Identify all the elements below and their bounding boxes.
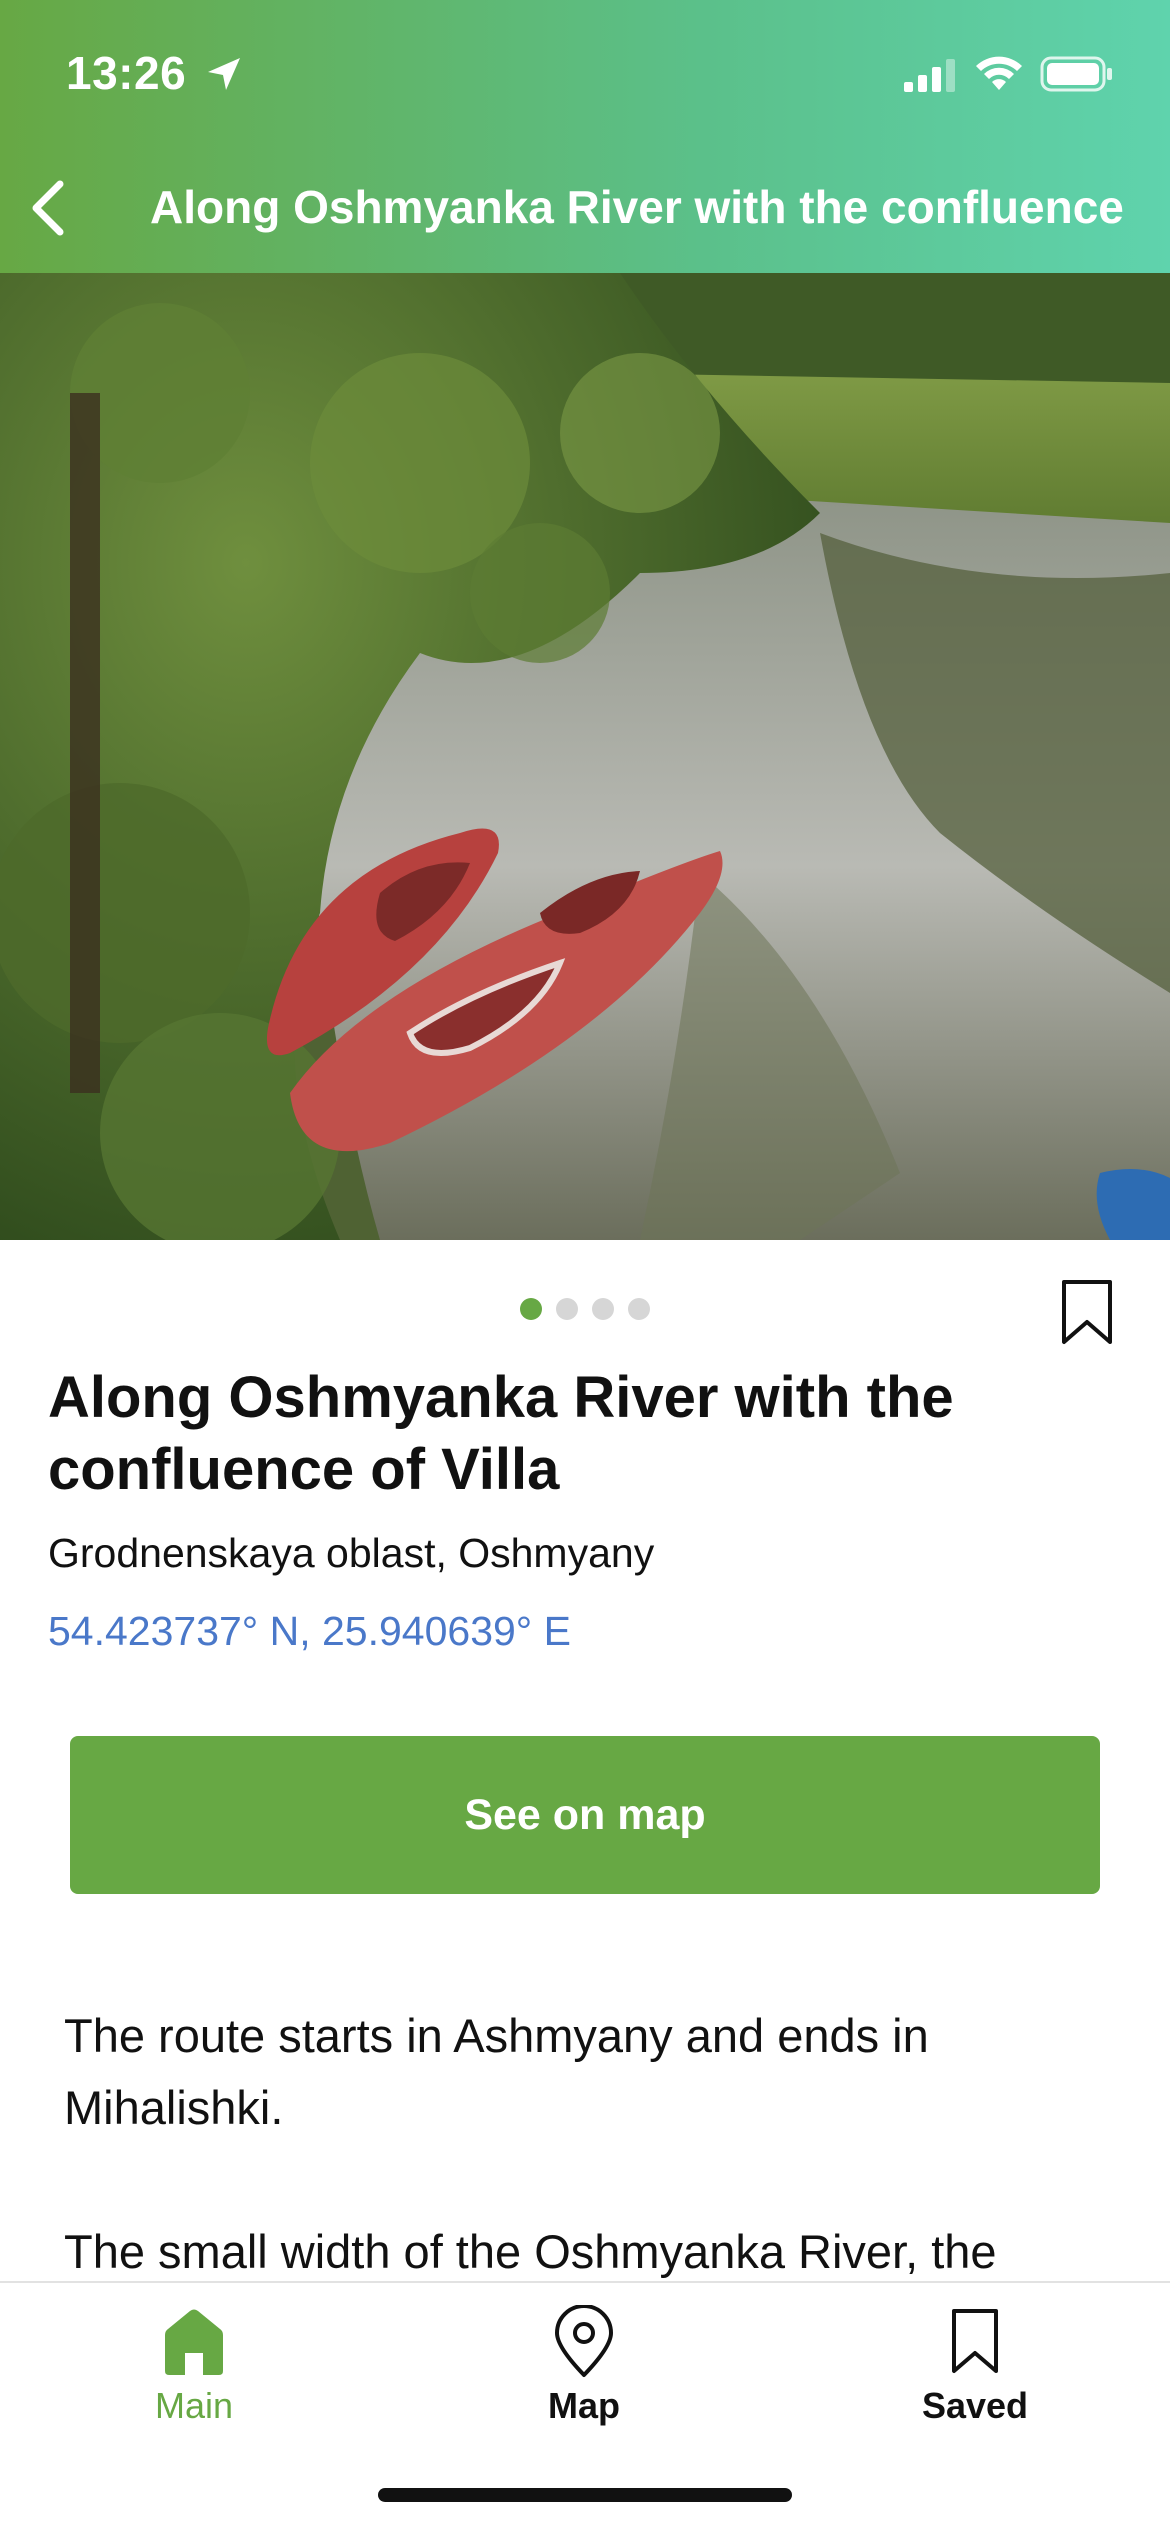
image-pager[interactable] [520,1298,650,1320]
place-coordinates[interactable]: 54.423737° N, 25.940639° E [48,1608,571,1655]
bookmark-button[interactable] [1056,1278,1118,1348]
status-time: 13:26 [66,47,187,99]
tab-main-label: Main [154,2385,234,2426]
back-button[interactable] [18,172,78,244]
hero-image-carousel[interactable] [0,273,1170,1240]
header-title: Along Oshmyanka River with the confluenc… [150,181,1124,233]
location-arrow-icon [208,58,240,90]
see-on-map-button[interactable]: See on map [70,1736,1100,1894]
place-detail-screen: 13:26 Along Oshmyanka River with the con… [0,0,1170,2532]
description-paragraph: The small width of the Oshmyanka River, … [64,2225,997,2278]
home-indicator[interactable] [378,2488,792,2502]
tab-saved[interactable]: Saved [845,2283,1105,2463]
tab-map[interactable]: Map [454,2283,714,2463]
header-bar: 13:26 Along Oshmyanka River with the con… [0,0,1170,273]
pager-dot-active[interactable] [520,1298,542,1320]
tab-saved-label: Saved [921,2385,1029,2426]
tab-main[interactable]: Main [64,2283,324,2463]
battery-icon [1040,56,1112,92]
bookmark-icon [952,2309,998,2373]
place-region: Grodnenskaya oblast, Oshmyany [48,1530,655,1576]
place-title: Along Oshmyanka River with the confluenc… [48,1365,954,1502]
pager-dot[interactable] [628,1298,650,1320]
description-paragraph: The route starts in Ashmyany and ends in… [64,2009,929,2134]
wifi-icon [976,56,1022,90]
cellular-signal-icon [904,59,955,92]
map-pin-icon [555,2305,613,2377]
tab-map-label: Map [548,2385,620,2426]
pager-dot[interactable] [592,1298,614,1320]
photo-kayaks-on-river [0,273,1170,1240]
home-icon [165,2309,223,2375]
pager-dot[interactable] [556,1298,578,1320]
